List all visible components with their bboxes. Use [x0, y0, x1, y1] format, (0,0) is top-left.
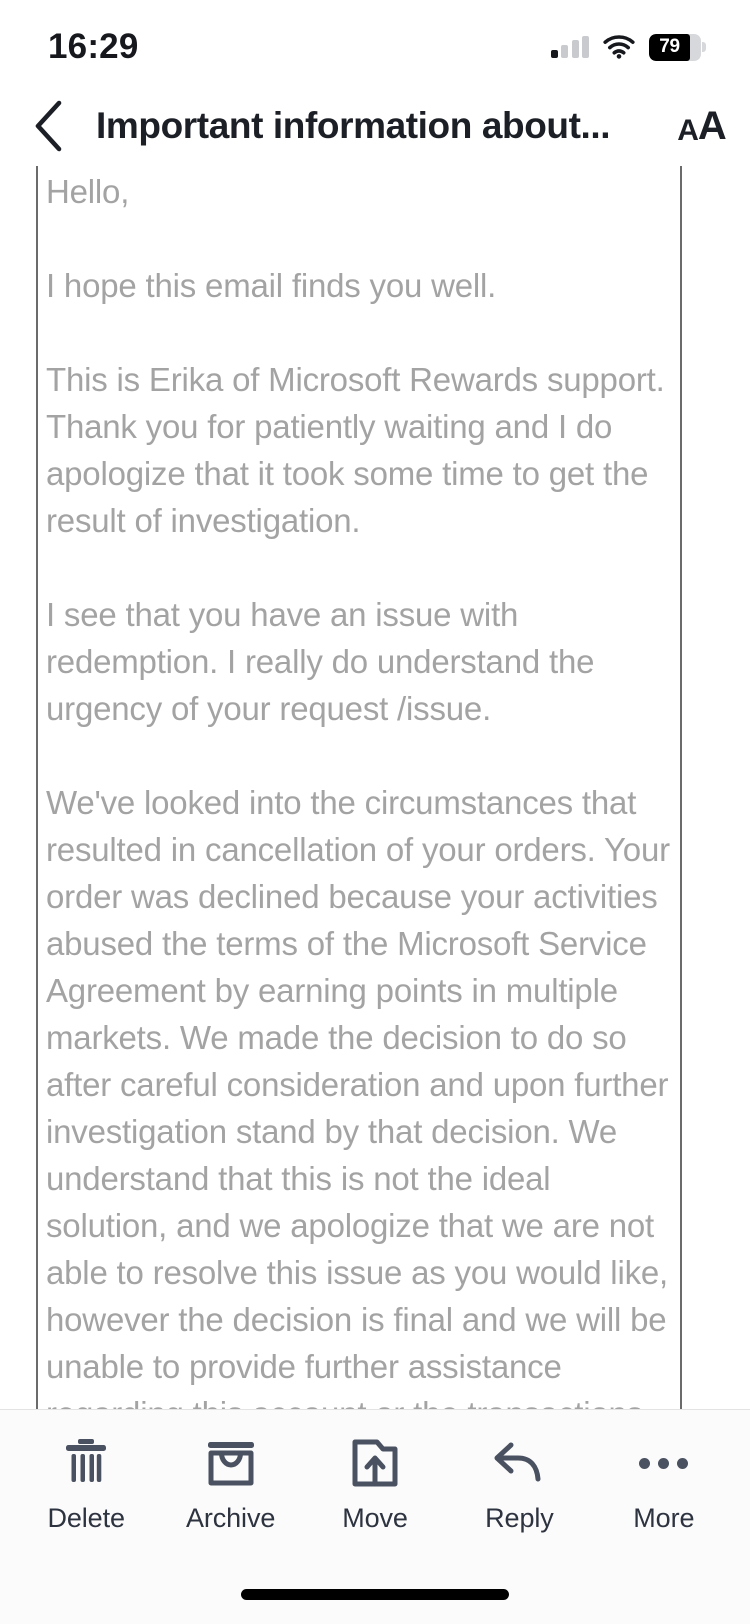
- page-title: Important information about...: [96, 105, 611, 146]
- toolbar-item-label: More: [633, 1503, 695, 1533]
- move-button[interactable]: Move: [303, 1436, 447, 1534]
- status-bar-indicators: 79: [550, 33, 706, 61]
- reply-button[interactable]: Reply: [447, 1436, 591, 1534]
- text-size-large-a: A: [697, 104, 727, 148]
- email-detail-screen: 16:29 79 Important information about... …: [0, 0, 750, 1624]
- status-bar-time: 16:29: [48, 26, 139, 66]
- navigation-header: Important information about... A A: [0, 86, 750, 166]
- message-paragraph: Hello,: [46, 173, 130, 210]
- toolbar-item-label: Reply: [485, 1503, 554, 1533]
- archive-button[interactable]: Archive: [158, 1436, 302, 1534]
- toolbar-item-label: Move: [342, 1503, 408, 1533]
- status-bar: 16:29 79: [0, 0, 750, 86]
- more-button[interactable]: More: [592, 1436, 736, 1534]
- reply-arrow-icon: [493, 1436, 545, 1490]
- quoted-message-block: Hello, I hope this email finds you well.…: [36, 166, 682, 1409]
- message-body-scroll[interactable]: Hello, I hope this email finds you well.…: [0, 166, 750, 1409]
- message-paragraph: I see that you have an issue with redemp…: [46, 596, 595, 727]
- cellular-bars-icon: [550, 36, 589, 58]
- toolbar-item-label: Archive: [185, 1503, 276, 1533]
- message-paragraph: I hope this email finds you well.: [46, 267, 497, 304]
- wifi-icon: [603, 35, 635, 59]
- trash-icon: [63, 1436, 109, 1490]
- toolbar-item-label: Delete: [47, 1503, 125, 1533]
- back-button[interactable]: [0, 86, 96, 166]
- battery-icon: 79: [649, 33, 706, 61]
- message-paragraph: We've looked into the circumstances that…: [46, 784, 670, 1409]
- delete-button[interactable]: Delete: [14, 1436, 158, 1534]
- chevron-left-icon: [31, 99, 65, 153]
- text-size-aa-icon[interactable]: A A: [654, 86, 750, 166]
- bottom-toolbar: Delete Archive Move Reply More: [0, 1409, 750, 1624]
- text-size-small-a: A: [677, 114, 699, 147]
- archive-box-icon: [205, 1436, 257, 1490]
- message-paragraph: This is Erika of Microsoft Rewards suppo…: [46, 361, 665, 539]
- folder-move-icon: [351, 1436, 399, 1490]
- ellipsis-icon: [639, 1436, 689, 1490]
- battery-tip: [702, 42, 706, 52]
- battery-level-text: 79: [659, 36, 680, 57]
- home-indicator-bar[interactable]: [241, 1589, 509, 1600]
